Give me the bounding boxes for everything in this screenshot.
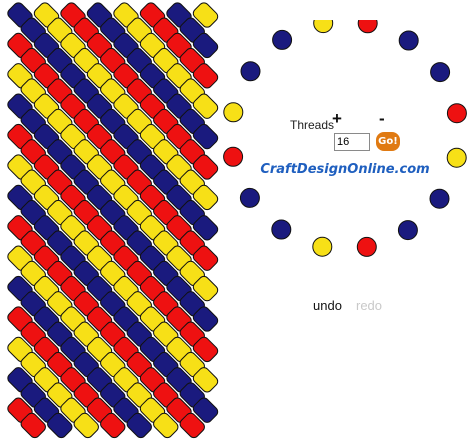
bracelet-pattern[interactable] (0, 0, 220, 444)
thread-circle[interactable] (272, 29, 293, 50)
thread-circle[interactable] (223, 146, 244, 167)
threads-label: Threads (290, 118, 335, 132)
thread-circle[interactable] (398, 30, 419, 51)
thread-circle[interactable] (430, 62, 451, 83)
thread-circle[interactable] (271, 219, 292, 240)
site-watermark: CraftDesignOnline.com (260, 162, 430, 177)
thread-circle[interactable] (239, 187, 260, 208)
thread-circle[interactable] (223, 102, 244, 123)
thread-circle[interactable] (429, 188, 450, 209)
thread-circle[interactable] (446, 147, 467, 168)
thread-circle[interactable] (446, 103, 467, 124)
add-thread-button[interactable]: + (332, 109, 342, 129)
threads-count-input[interactable] (334, 133, 370, 151)
thread-circle[interactable] (312, 236, 333, 257)
thread-circle[interactable] (313, 20, 334, 34)
thread-circle[interactable] (357, 20, 378, 34)
thread-circle[interactable] (356, 236, 377, 257)
thread-controls: Threads + - Go! (290, 109, 410, 153)
undo-button[interactable]: undo (313, 298, 342, 313)
redo-button[interactable]: redo (356, 298, 382, 313)
go-button[interactable]: Go! (376, 132, 400, 151)
thread-circle[interactable] (397, 220, 418, 241)
thread-circle[interactable] (240, 61, 261, 82)
remove-thread-button[interactable]: - (379, 109, 385, 129)
